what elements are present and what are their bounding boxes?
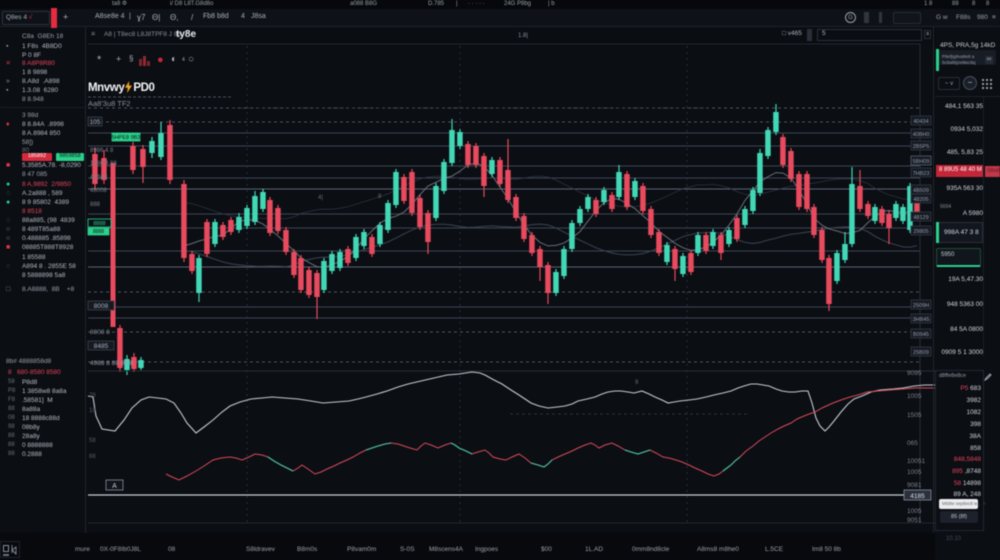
svg-text:48205: 48205: [913, 197, 928, 203]
svg-text:78: 78: [89, 393, 96, 399]
svg-text:5HPE8 9B3: 5HPE8 9B3: [112, 135, 141, 141]
svg-text:18: 18: [89, 408, 96, 414]
svg-text:88: 88: [89, 454, 96, 460]
svg-text:10051: 10051: [907, 458, 925, 465]
svg-text:8808 8: 8808 8: [90, 329, 110, 336]
svg-text:7HB23: 7HB23: [913, 171, 930, 177]
svg-text:8008: 8008: [94, 303, 109, 310]
svg-text:4|: 4|: [318, 195, 323, 201]
svg-text:065: 065: [907, 440, 918, 447]
svg-text:4988 8 88 88 8: 4988 8 88 88 8: [90, 360, 134, 367]
svg-text:5BH09: 5BH09: [913, 159, 930, 165]
svg-text:4B509: 4B509: [913, 188, 929, 194]
svg-text:9095: 9095: [907, 370, 922, 377]
svg-text:1086 8,88: 1086 8,88: [90, 161, 117, 167]
svg-text:9081: 9081: [907, 482, 922, 489]
svg-text:40BH0: 40BH0: [913, 132, 930, 138]
svg-text:2509H: 2509H: [913, 303, 929, 309]
svg-text:3HB45: 3HB45: [913, 317, 930, 323]
svg-text:8485: 8485: [94, 343, 109, 350]
svg-text:105: 105: [90, 119, 101, 126]
svg-text:48008: 48008: [90, 188, 107, 194]
svg-text:48129: 48129: [913, 215, 928, 221]
svg-text:A8568: A8568: [90, 175, 108, 181]
svg-text:4185: 4185: [910, 493, 925, 500]
svg-text:1.8|: 1.8|: [518, 33, 528, 39]
svg-text:40434: 40434: [913, 119, 928, 125]
svg-text:1005: 1005: [907, 469, 922, 476]
svg-text:2B5P5: 2B5P5: [913, 144, 930, 150]
svg-text:9: 9: [635, 380, 639, 386]
svg-text:29805: 29805: [913, 229, 928, 235]
svg-text:8888: 8888: [93, 229, 104, 235]
svg-text:8888: 8888: [93, 221, 105, 227]
svg-text:B0945: B0945: [913, 332, 929, 338]
svg-text:8: 8: [378, 194, 382, 200]
svg-text:888: 888: [90, 202, 101, 208]
svg-text:58: 58: [89, 438, 96, 444]
svg-text:1505: 1505: [907, 412, 922, 419]
svg-text:1005: 1005: [907, 393, 922, 400]
svg-text:A: A: [112, 483, 117, 490]
svg-text:25B09: 25B09: [913, 350, 929, 356]
svg-text:8986 4 8: 8986 4 8: [90, 148, 114, 154]
svg-text:1005: 1005: [907, 508, 922, 515]
